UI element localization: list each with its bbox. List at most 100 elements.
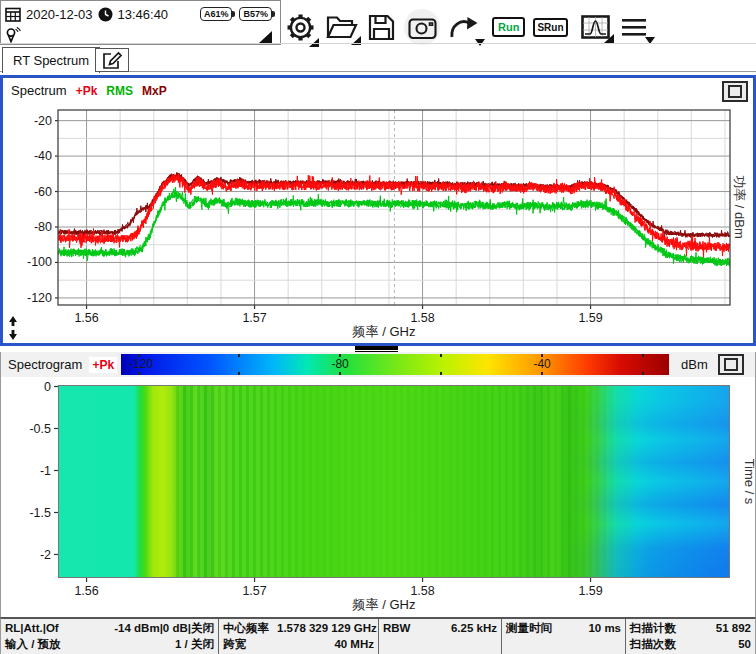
status-value: 40 MHz xyxy=(334,636,374,652)
svg-text:-40: -40 xyxy=(34,149,52,163)
status-label: 输入 / 预放 xyxy=(5,636,61,652)
status-label: 扫描计数 xyxy=(630,620,676,636)
battery-a-badge: A61% xyxy=(200,7,233,21)
scale-unit-label: dBm xyxy=(681,357,708,372)
time-label: 13:46:40 xyxy=(118,7,169,22)
edit-tabs-button[interactable] xyxy=(95,48,129,72)
open-file-button[interactable] xyxy=(326,14,358,41)
spectrogram-panel[interactable]: 0 -0.5 -1 -1.5 -2 1.56 1.57 1.58 1.59 频率 / GHz Ti… xyxy=(0,377,756,617)
svg-text:1.56: 1.56 xyxy=(74,311,98,325)
status-label: 中心频率 xyxy=(223,620,269,636)
spectrogram-title: Spectrogram xyxy=(8,357,82,372)
spectrogram-y-axis-label: Time / s xyxy=(743,459,756,505)
tab-label: RT Spectrum xyxy=(13,53,89,68)
settings-button[interactable] xyxy=(285,12,316,43)
tab-bar: RT Spectrum xyxy=(0,46,756,73)
status-row: 扫描计数 51 892 xyxy=(630,620,751,636)
display-expand-icon xyxy=(604,34,614,43)
date-label: 2020-12-03 xyxy=(26,7,93,22)
status-label: RL|Att.|Of xyxy=(5,620,59,636)
save-icon xyxy=(368,14,395,41)
status-row: 扫描次数 50 xyxy=(630,636,751,652)
svg-text:1.58: 1.58 xyxy=(410,584,434,598)
battery-b-badge: B57% xyxy=(239,7,272,21)
color-scale-bar: -120 -80 -40 xyxy=(121,354,669,375)
svg-text:0: 0 xyxy=(44,380,51,394)
svg-text:-80: -80 xyxy=(34,220,52,234)
edit-icon xyxy=(102,51,123,70)
status-row: 跨宽 40 MHz xyxy=(223,636,374,652)
svg-text:-0.5: -0.5 xyxy=(29,422,51,436)
hamburger-icon xyxy=(622,18,646,37)
camera-icon xyxy=(408,15,437,40)
svg-text:-1: -1 xyxy=(40,464,51,478)
spectrogram-maximize-button[interactable] xyxy=(718,354,744,375)
status-column[interactable]: 扫描计数 51 892 扫描次数 50 xyxy=(626,619,755,654)
svg-text:-100: -100 xyxy=(27,255,52,269)
svg-text:-1.5: -1.5 xyxy=(29,506,51,520)
status-column[interactable]: RL|Att.|Of -14 dBm|0 dB|关闭输入 / 预放 1 / 关闭 xyxy=(1,619,219,654)
status-bar: RL|Att.|Of -14 dBm|0 dB|关闭输入 / 预放 1 / 关闭中心… xyxy=(0,617,756,654)
resize-vertical-icon[interactable] xyxy=(6,315,20,341)
status-column[interactable]: 测量时间 10 ms xyxy=(502,619,626,654)
tab-rt-spectrum[interactable]: RT Spectrum xyxy=(2,47,100,73)
scale-tick--40: -40 xyxy=(533,357,550,371)
status-value: 6.25 kHz xyxy=(451,620,497,636)
svg-text:1.59: 1.59 xyxy=(578,584,602,598)
clock-icon xyxy=(98,7,113,22)
svg-text:1.58: 1.58 xyxy=(410,311,434,325)
calendar-icon xyxy=(5,7,21,22)
status-label: 测量时间 xyxy=(506,620,552,636)
rt-spectrum-app: 2020-12-03 13:46:40 A61% B57% xyxy=(0,0,756,654)
redo-button[interactable] xyxy=(448,15,478,40)
scale-tick--120: -120 xyxy=(129,357,153,371)
status-row: 中心频率 1.578 329 129 GHz xyxy=(223,620,374,636)
svg-text:1.56: 1.56 xyxy=(74,584,98,598)
spectrum-chart: -20 -40 -60 -80 -100 -120 1.56 1.57 1.58 1.59 频率 /… xyxy=(3,78,753,343)
run-button[interactable]: Run xyxy=(492,17,525,37)
topbar-separator xyxy=(0,43,756,44)
scale-tick--80: -80 xyxy=(331,357,348,371)
svg-text:-2: -2 xyxy=(40,548,51,562)
status-row: RBW 6.25 kHz xyxy=(383,620,497,636)
spectrogram-trace-label: +Pk xyxy=(89,357,117,373)
svg-text:1.57: 1.57 xyxy=(242,311,266,325)
svg-text:-20: -20 xyxy=(34,114,52,128)
expand-corner-icon[interactable] xyxy=(259,31,272,43)
status-value: 50 xyxy=(738,636,751,652)
srun-button[interactable]: SRun xyxy=(533,18,567,37)
redo-arrow-icon xyxy=(448,15,478,40)
gps-icon xyxy=(5,27,23,44)
status-value: 10 ms xyxy=(588,620,621,636)
spectrum-y-axis-label: 功率 / dBm xyxy=(730,175,748,239)
svg-text:频率 / GHz: 频率 / GHz xyxy=(352,324,416,339)
save-button[interactable] xyxy=(368,14,395,41)
status-column[interactable]: 中心频率 1.578 329 129 GHz 跨宽 40 MHz xyxy=(219,619,379,654)
svg-text:频率 / GHz: 频率 / GHz xyxy=(352,597,416,612)
status-row: 输入 / 预放 1 / 关闭 xyxy=(5,636,214,652)
status-info-box[interactable]: 2020-12-03 13:46:40 A61% B57% xyxy=(0,0,281,45)
status-column[interactable]: RBW 6.25 kHz xyxy=(379,619,502,654)
status-value: 1.578 329 129 GHz xyxy=(277,620,377,636)
redo-expand-icon xyxy=(475,39,485,46)
svg-text:1.57: 1.57 xyxy=(242,584,266,598)
menu-button[interactable] xyxy=(622,18,646,37)
status-value: 51 892 xyxy=(716,620,751,636)
svg-text:-60: -60 xyxy=(34,185,52,199)
status-label: 扫描次数 xyxy=(630,636,676,652)
window-edge-left xyxy=(0,352,1,617)
spectrogram-axes: 0 -0.5 -1 -1.5 -2 1.56 1.57 1.58 1.59 频率 / GHz xyxy=(0,377,756,617)
status-value: 1 / 关闭 xyxy=(175,636,214,652)
status-label: 跨宽 xyxy=(223,636,246,652)
status-row: 测量时间 10 ms xyxy=(506,620,621,636)
display-config-button[interactable] xyxy=(581,15,610,39)
svg-text:-120: -120 xyxy=(27,291,52,305)
screenshot-button[interactable] xyxy=(404,9,440,45)
status-value: -14 dBm|0 dB|关闭 xyxy=(114,620,214,636)
status-row: RL|Att.|Of -14 dBm|0 dB|关闭 xyxy=(5,620,214,636)
main-toolbar: Run SRun xyxy=(285,8,652,46)
status-label: RBW xyxy=(383,620,410,636)
spectrogram-header: Spectrogram +Pk -120 -80 -40 dBm xyxy=(0,352,756,377)
svg-text:1.59: 1.59 xyxy=(578,311,602,325)
spectrum-panel[interactable]: Spectrum +Pk RMS MxP -20-40-60-80-100-12… xyxy=(0,75,756,346)
